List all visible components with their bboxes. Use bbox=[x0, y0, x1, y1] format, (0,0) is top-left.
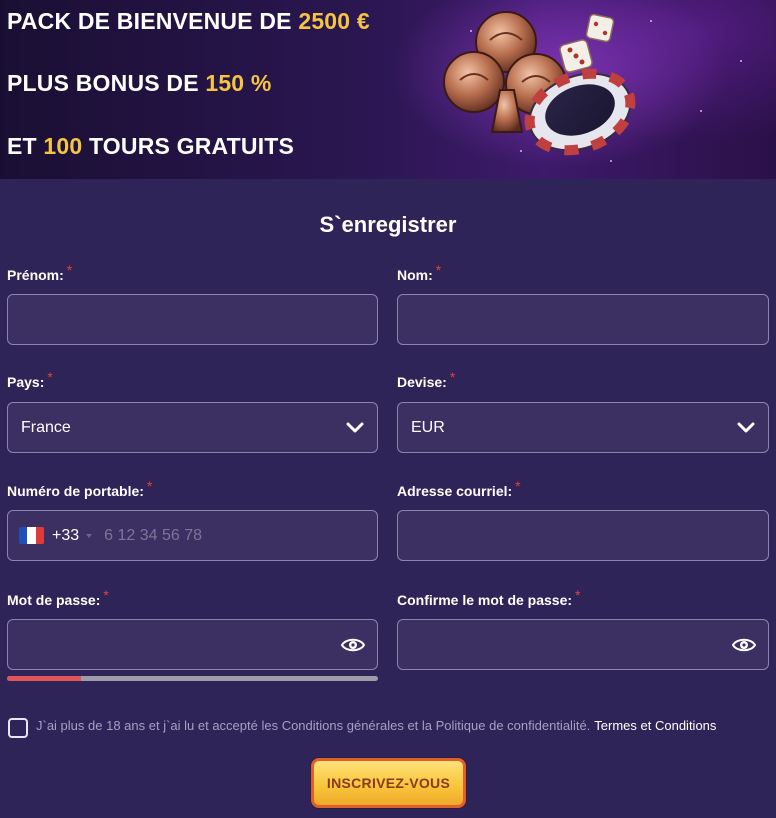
chevron-down-icon bbox=[346, 422, 364, 432]
required-mark: * bbox=[47, 369, 53, 385]
label-text: Prénom: bbox=[7, 267, 64, 283]
phone-label: Numéro de portable: * bbox=[7, 478, 152, 499]
label-text: Mot de passe: bbox=[7, 592, 101, 608]
required-mark: * bbox=[435, 262, 442, 278]
banner-highlight: 100 bbox=[43, 133, 83, 159]
phone-country-code[interactable]: +33 bbox=[52, 527, 79, 545]
required-mark: * bbox=[575, 587, 581, 603]
confirm-password-field[interactable] bbox=[397, 619, 769, 670]
last-name-field[interactable] bbox=[397, 294, 769, 345]
required-mark: * bbox=[103, 587, 109, 603]
required-mark: * bbox=[515, 478, 521, 494]
confirm-password-label: Confirme le mot de passe: * bbox=[397, 587, 581, 608]
email-label: Adresse courriel: * bbox=[397, 478, 521, 499]
terms-checkbox[interactable] bbox=[8, 718, 28, 738]
banner-highlight: 150 % bbox=[205, 70, 272, 96]
terms-statement: J`ai plus de 18 ans et j`ai lu et accept… bbox=[36, 718, 716, 733]
password-strength-bar bbox=[7, 676, 378, 681]
label-text: Adresse courriel: bbox=[397, 483, 513, 499]
password-label: Mot de passe: * bbox=[7, 587, 109, 608]
password-field[interactable] bbox=[7, 619, 378, 670]
welcome-banner: PACK DE BIENVENUE DE 2500 € PLUS BONUS D… bbox=[0, 0, 776, 179]
eye-icon[interactable] bbox=[341, 636, 365, 654]
register-button[interactable]: INSCRIVEZ-VOUS bbox=[311, 758, 466, 808]
sparkle bbox=[740, 60, 742, 62]
currency-select[interactable]: EUR bbox=[397, 402, 769, 453]
label-text: Devise: bbox=[397, 374, 447, 390]
france-flag-icon[interactable] bbox=[19, 527, 44, 544]
label-text: Nom: bbox=[397, 267, 433, 283]
banner-line-2: PLUS BONUS DE 150 % bbox=[7, 70, 272, 97]
last-name-label: Nom: * bbox=[397, 262, 441, 283]
banner-line-3: ET 100 TOURS GRATUITS bbox=[7, 133, 294, 160]
dice-icon bbox=[559, 13, 615, 73]
chevron-down-icon bbox=[737, 422, 755, 432]
banner-text: PACK DE BIENVENUE DE bbox=[7, 8, 299, 34]
sparkle bbox=[650, 20, 652, 22]
caret-down-icon[interactable] bbox=[86, 533, 93, 538]
phone-input[interactable] bbox=[104, 511, 377, 560]
first-name-label: Prénom: * bbox=[7, 262, 72, 283]
required-mark: * bbox=[449, 369, 456, 385]
terms-link[interactable]: Termes et Conditions bbox=[594, 718, 716, 733]
email-field[interactable] bbox=[397, 510, 769, 561]
first-name-field[interactable] bbox=[7, 294, 378, 345]
banner-text: ET bbox=[7, 133, 44, 159]
banner-highlight: 2500 € bbox=[298, 8, 370, 34]
terms-text: J`ai plus de 18 ans et j`ai lu et accept… bbox=[36, 718, 591, 733]
eye-icon[interactable] bbox=[732, 636, 756, 654]
country-label: Pays: * bbox=[7, 369, 53, 390]
phone-field: +33 bbox=[7, 510, 378, 561]
currency-selected-value: EUR bbox=[411, 418, 445, 436]
label-text: Pays: bbox=[7, 374, 45, 390]
required-mark: * bbox=[66, 262, 73, 278]
label-text: Confirme le mot de passe: bbox=[397, 592, 573, 608]
form-title: S`enregistrer bbox=[319, 212, 457, 237]
required-mark: * bbox=[146, 478, 153, 494]
banner-text: PLUS BONUS DE bbox=[7, 70, 206, 96]
label-text: Numéro de portable: bbox=[7, 483, 144, 499]
country-selected-value: France bbox=[21, 418, 71, 436]
password-strength-fill bbox=[7, 676, 82, 681]
banner-line-1: PACK DE BIENVENUE DE 2500 € bbox=[7, 8, 370, 35]
casino-art bbox=[443, 11, 636, 156]
country-select[interactable]: France bbox=[7, 402, 378, 453]
sparkle bbox=[700, 110, 702, 112]
banner-text: TOURS GRATUITS bbox=[82, 133, 295, 159]
currency-label: Devise: * bbox=[397, 369, 455, 390]
